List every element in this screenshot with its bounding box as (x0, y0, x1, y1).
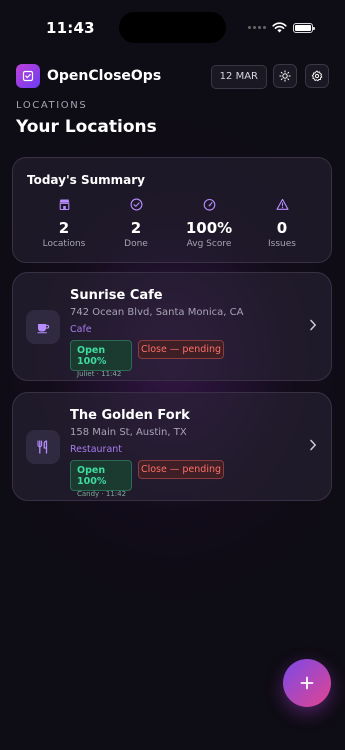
sun-icon (279, 70, 291, 82)
open-status-text: Open 100% (77, 345, 107, 367)
open-status-badge[interactable]: Open 100% Candy · 11:42 (70, 460, 132, 498)
chevron-right-icon (310, 439, 316, 451)
location-icon-tile (26, 430, 60, 464)
wifi-icon (272, 22, 287, 33)
theme-toggle-button[interactable] (273, 64, 297, 88)
status-time: 11:43 (46, 19, 95, 37)
open-status-badge[interactable]: Open 100% Juliet · 11:42 (70, 340, 132, 378)
location-icon-tile (26, 310, 60, 344)
gear-icon (311, 70, 323, 82)
stat-value: 100% (185, 219, 233, 237)
open-status-meta: Candy · 11:42 (77, 490, 127, 498)
stat-locations: 2 Locations (29, 198, 99, 249)
location-card-sunrise-cafe[interactable]: Sunrise Cafe 742 Ocean Blvd, Santa Monic… (12, 272, 332, 381)
location-category: Cafe (70, 324, 92, 335)
open-status-meta: Juliet · 11:42 (77, 370, 122, 378)
location-name: The Golden Fork (70, 408, 190, 423)
fork-knife-icon (37, 440, 48, 454)
stat-avg-score: 100% Avg Score (174, 198, 244, 249)
status-icons (248, 22, 315, 33)
close-status-badge[interactable]: Close — pending (138, 340, 224, 359)
settings-button[interactable] (305, 64, 329, 88)
dynamic-island (119, 12, 226, 43)
stat-label: Issues (268, 239, 296, 249)
location-category: Restaurant (70, 444, 123, 455)
status-bar: 11:43 (0, 0, 345, 54)
stat-label: Done (124, 239, 148, 249)
section-label: LOCATIONS (16, 100, 88, 111)
chevron-right-icon (310, 319, 316, 331)
stat-value: 2 (130, 219, 142, 237)
stat-value: 0 (276, 219, 288, 237)
summary-card: Today's Summary 2 Locations 2 Done 100% … (12, 157, 332, 263)
gauge-icon (203, 198, 215, 211)
location-address: 742 Ocean Blvd, Santa Monica, CA (70, 307, 244, 318)
location-address: 158 Main St, Austin, TX (70, 427, 187, 438)
date-button[interactable]: 12 MAR (210, 65, 267, 89)
close-status-badge[interactable]: Close — pending (138, 460, 224, 479)
warning-icon (275, 198, 289, 210)
location-name: Sunrise Cafe (70, 288, 163, 303)
battery-icon (293, 22, 315, 33)
location-card-the-golden-fork[interactable]: The Golden Fork 158 Main St, Austin, TX … (12, 392, 332, 501)
stat-label: Locations (42, 239, 86, 249)
store-icon (59, 199, 69, 211)
cellular-signal-icon (248, 26, 266, 29)
summary-title: Today's Summary (27, 173, 146, 187)
page-title: Your Locations (16, 117, 157, 137)
checkbox-icon (16, 64, 40, 88)
app-header: OpenCloseOps 12 MAR (16, 64, 329, 90)
stat-value: 2 (58, 219, 70, 237)
stat-issues: 0 Issues (247, 198, 317, 249)
check-circle-icon (130, 198, 142, 211)
stat-label: Avg Score (186, 239, 232, 249)
add-location-button[interactable] (283, 659, 331, 707)
stat-done: 2 Done (101, 198, 171, 249)
app-name: OpenCloseOps (47, 68, 162, 84)
open-status-text: Open 100% (77, 465, 107, 487)
plus-icon (300, 676, 314, 690)
coffee-cup-icon (37, 324, 50, 334)
